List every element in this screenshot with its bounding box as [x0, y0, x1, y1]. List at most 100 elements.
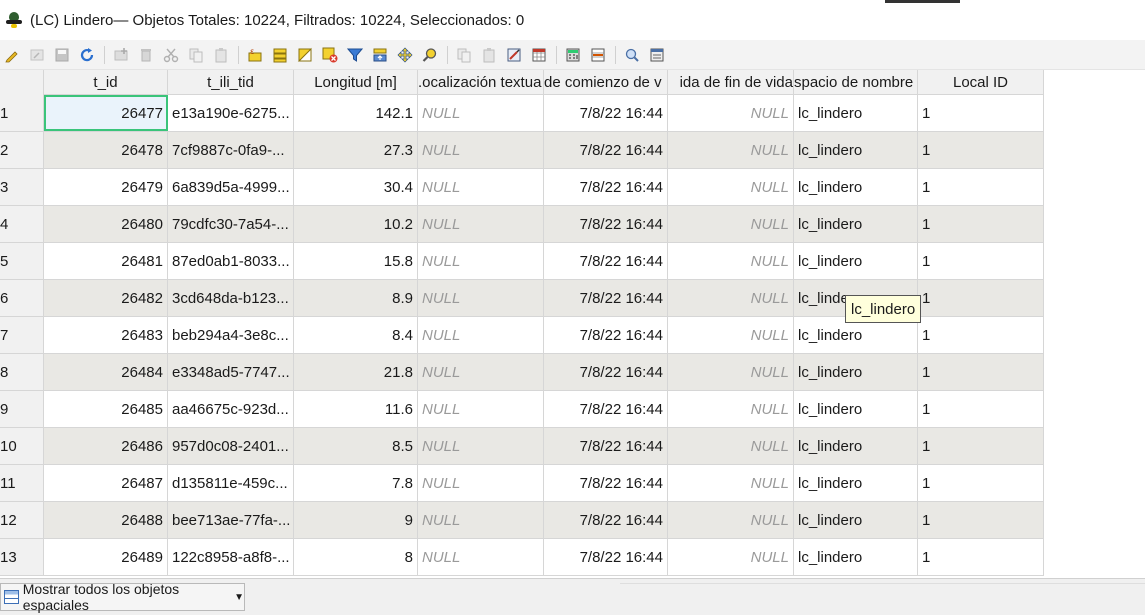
table-cell-longitud[interactable]: 15.8 [294, 243, 418, 279]
table-cell-espacio[interactable]: lc_lindero [794, 206, 918, 242]
column-header[interactable]: t_ili_tid [168, 70, 294, 95]
table-cell-fin[interactable]: NULL [668, 391, 794, 427]
feature-filter-dropdown[interactable]: Mostrar todos los objetos espaciales ▼ [0, 581, 245, 613]
delete-feature-icon[interactable] [136, 45, 156, 65]
table-cell-comienzo[interactable]: 7/8/22 16:44 [544, 280, 668, 316]
table-cell-espacio[interactable]: lc_lindero [794, 465, 918, 501]
table-cell-local-id[interactable]: 1 [918, 317, 1044, 353]
table-cell-longitud[interactable]: 9 [294, 502, 418, 538]
table-cell-localizacion[interactable]: NULL [418, 539, 544, 575]
column-header[interactable]: ida de fin de vida [668, 70, 794, 95]
table-cell-localizacion[interactable]: NULL [418, 317, 544, 353]
table-cell-t-id[interactable]: 26478 [44, 132, 168, 168]
table-cell-local-id[interactable]: 1 [918, 132, 1044, 168]
field-calculator-icon[interactable] [563, 45, 583, 65]
table-cell-longitud[interactable]: 27.3 [294, 132, 418, 168]
table-cell-t-id[interactable]: 26484 [44, 354, 168, 390]
table-cell-comienzo[interactable]: 7/8/22 16:44 [544, 95, 668, 131]
table-cell-t-ili-tid[interactable]: 87ed0ab1-8033... [168, 243, 294, 279]
table-cell-fin[interactable]: NULL [668, 95, 794, 131]
table-cell-fin[interactable]: NULL [668, 206, 794, 242]
table-cell-comienzo[interactable]: 7/8/22 16:44 [544, 354, 668, 390]
table-cell-local-id[interactable]: 1 [918, 169, 1044, 205]
table-cell-t-id[interactable]: 26480 [44, 206, 168, 242]
table-cell-local-id[interactable]: 1 [918, 243, 1044, 279]
table-cell-espacio[interactable]: lc_lindero [794, 169, 918, 205]
save-edits-icon[interactable] [52, 45, 72, 65]
table-cell-t-id[interactable]: 26489 [44, 539, 168, 575]
table-cell-t-id[interactable]: 26486 [44, 428, 168, 464]
table-cell-local-id[interactable]: 1 [918, 502, 1044, 538]
row-number[interactable]: 5 [0, 243, 44, 279]
header-corner[interactable] [0, 70, 44, 95]
cut-icon[interactable] [161, 45, 181, 65]
table-cell-t-id[interactable]: 26485 [44, 391, 168, 427]
table-cell-espacio[interactable]: lc_lindero [794, 354, 918, 390]
table-cell-fin[interactable]: NULL [668, 465, 794, 501]
copy-icon[interactable] [186, 45, 206, 65]
table-cell-t-ili-tid[interactable]: aa46675c-923d... [168, 391, 294, 427]
table-cell-comienzo[interactable]: 7/8/22 16:44 [544, 206, 668, 242]
row-number[interactable]: 10 [0, 428, 44, 464]
table-cell-localizacion[interactable]: NULL [418, 502, 544, 538]
table-cell-comienzo[interactable]: 7/8/22 16:44 [544, 132, 668, 168]
table-cell-localizacion[interactable]: NULL [418, 132, 544, 168]
add-feature-icon[interactable] [111, 45, 131, 65]
table-row[interactable]: 9 26485 aa46675c-923d... 11.6 NULL 7/8/22 16:… [0, 391, 1044, 428]
row-number[interactable]: 4 [0, 206, 44, 242]
table-cell-espacio[interactable]: lc_lindero [794, 243, 918, 279]
table-cell-espacio[interactable]: lc_lindero [794, 95, 918, 131]
table-row[interactable]: 2 26478 7cf9887c-0fa9-... 27.3 NULL 7/8/22 16… [0, 132, 1044, 169]
conditional-formatting-icon[interactable] [588, 45, 608, 65]
column-header[interactable]: spacio de nombre [794, 70, 918, 95]
table-cell-local-id[interactable]: 1 [918, 280, 1044, 316]
table-cell-localizacion[interactable]: NULL [418, 391, 544, 427]
table-cell-localizacion[interactable]: NULL [418, 354, 544, 390]
row-number[interactable]: 9 [0, 391, 44, 427]
table-cell-localizacion[interactable]: NULL [418, 206, 544, 242]
table-cell-localizacion[interactable]: NULL [418, 465, 544, 501]
table-cell-t-id[interactable]: 26487 [44, 465, 168, 501]
table-cell-localizacion[interactable]: NULL [418, 428, 544, 464]
select-expression-icon[interactable]: ε [245, 45, 265, 65]
table-cell-fin[interactable]: NULL [668, 169, 794, 205]
table-cell-comienzo[interactable]: 7/8/22 16:44 [544, 317, 668, 353]
table-cell-local-id[interactable]: 1 [918, 354, 1044, 390]
table-cell-comienzo[interactable]: 7/8/22 16:44 [544, 502, 668, 538]
table-cell-t-ili-tid[interactable]: e13a190e-6275... [168, 95, 294, 131]
table-cell-longitud[interactable]: 30.4 [294, 169, 418, 205]
table-cell-comienzo[interactable]: 7/8/22 16:44 [544, 428, 668, 464]
new-field-icon[interactable] [504, 45, 524, 65]
table-cell-t-id[interactable]: 26488 [44, 502, 168, 538]
table-cell-t-id[interactable]: 26481 [44, 243, 168, 279]
row-number[interactable]: 1 [0, 95, 44, 131]
table-cell-localizacion[interactable]: NULL [418, 95, 544, 131]
table-cell-local-id[interactable]: 1 [918, 206, 1044, 242]
table-row[interactable]: 4 26480 79cdfc30-7a54-... 10.2 NULL 7/8/22 16… [0, 206, 1044, 243]
table-cell-comienzo[interactable]: 7/8/22 16:44 [544, 169, 668, 205]
table-cell-longitud[interactable]: 142.1 [294, 95, 418, 131]
column-header[interactable]: de comienzo de v [544, 70, 668, 95]
table-cell-t-ili-tid[interactable]: bee713ae-77fa-... [168, 502, 294, 538]
delete-field-icon[interactable] [529, 45, 549, 65]
table-cell-espacio[interactable]: lc_lindero [794, 391, 918, 427]
table-cell-localizacion[interactable]: NULL [418, 243, 544, 279]
table-cell-t-ili-tid[interactable]: 122c8958-a8f8-... [168, 539, 294, 575]
table-cell-fin[interactable]: NULL [668, 502, 794, 538]
toggle-editing-icon[interactable] [2, 45, 22, 65]
table-cell-t-ili-tid[interactable]: 6a839d5a-4999... [168, 169, 294, 205]
table-cell-longitud[interactable]: 10.2 [294, 206, 418, 242]
table-cell-fin[interactable]: NULL [668, 243, 794, 279]
table-cell-longitud[interactable]: 7.8 [294, 465, 418, 501]
table-cell-comienzo[interactable]: 7/8/22 16:44 [544, 539, 668, 575]
dock-table-icon[interactable] [622, 45, 642, 65]
table-cell-longitud[interactable]: 8.5 [294, 428, 418, 464]
table-cell-localizacion[interactable]: NULL [418, 169, 544, 205]
table-cell-fin[interactable]: NULL [668, 280, 794, 316]
table-row[interactable]: 5 26481 87ed0ab1-8033... 15.8 NULL 7/8/22 16:… [0, 243, 1044, 280]
move-selection-top-icon[interactable] [370, 45, 390, 65]
row-number[interactable]: 12 [0, 502, 44, 538]
table-row[interactable]: 12 26488 bee713ae-77fa-... 9 NULL 7/8/22 16:4… [0, 502, 1044, 539]
table-cell-fin[interactable]: NULL [668, 539, 794, 575]
table-cell-fin[interactable]: NULL [668, 317, 794, 353]
